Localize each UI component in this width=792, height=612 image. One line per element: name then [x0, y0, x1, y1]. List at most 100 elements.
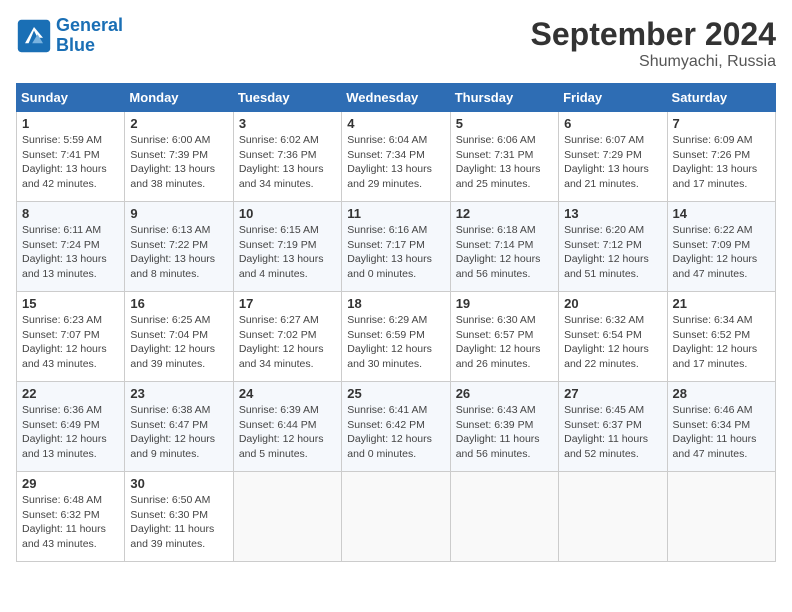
weekday-header-wednesday: Wednesday	[342, 84, 450, 112]
day-info: Sunrise: 6:15 AM Sunset: 7:19 PM Dayligh…	[239, 223, 336, 282]
day-cell: 15 Sunrise: 6:23 AM Sunset: 7:07 PM Dayli…	[17, 292, 125, 382]
day-info: Sunrise: 6:00 AM Sunset: 7:39 PM Dayligh…	[130, 133, 227, 192]
week-row-1: 1 Sunrise: 5:59 AM Sunset: 7:41 PM Daylig…	[17, 112, 776, 202]
day-cell: 5 Sunrise: 6:06 AM Sunset: 7:31 PM Daylig…	[450, 112, 558, 202]
day-cell: 2 Sunrise: 6:00 AM Sunset: 7:39 PM Daylig…	[125, 112, 233, 202]
day-number: 27	[564, 386, 661, 401]
logo-general: General	[56, 15, 123, 35]
day-cell: 22 Sunrise: 6:36 AM Sunset: 6:49 PM Dayli…	[17, 382, 125, 472]
day-info: Sunrise: 6:45 AM Sunset: 6:37 PM Dayligh…	[564, 403, 661, 462]
weekday-header-thursday: Thursday	[450, 84, 558, 112]
day-number: 9	[130, 206, 227, 221]
day-cell: 24 Sunrise: 6:39 AM Sunset: 6:44 PM Dayli…	[233, 382, 341, 472]
header: General Blue September 2024 Shumyachi, R…	[16, 16, 776, 71]
location-title: Shumyachi, Russia	[531, 53, 776, 71]
day-cell: 17 Sunrise: 6:27 AM Sunset: 7:02 PM Dayli…	[233, 292, 341, 382]
day-cell: 9Sunrise: 6:13 AM Sunset: 7:22 PM Daylig…	[125, 202, 233, 292]
day-number: 20	[564, 296, 661, 311]
day-cell: 1 Sunrise: 5:59 AM Sunset: 7:41 PM Daylig…	[17, 112, 125, 202]
day-number: 2	[130, 116, 227, 131]
day-cell: 28Sunrise: 6:46 AM Sunset: 6:34 PM Dayli…	[667, 382, 775, 472]
week-row-3: 15 Sunrise: 6:23 AM Sunset: 7:07 PM Dayli…	[17, 292, 776, 382]
day-number: 12	[456, 206, 553, 221]
day-info: Sunrise: 6:41 AM Sunset: 6:42 PM Dayligh…	[347, 403, 444, 462]
day-info: Sunrise: 6:02 AM Sunset: 7:36 PM Dayligh…	[239, 133, 336, 192]
day-number: 28	[673, 386, 770, 401]
day-number: 14	[673, 206, 770, 221]
day-info: Sunrise: 6:07 AM Sunset: 7:29 PM Dayligh…	[564, 133, 661, 192]
day-number: 8	[22, 206, 119, 221]
day-cell: 4 Sunrise: 6:04 AM Sunset: 7:34 PM Daylig…	[342, 112, 450, 202]
day-cell: 21Sunrise: 6:34 AM Sunset: 6:52 PM Dayli…	[667, 292, 775, 382]
day-info: Sunrise: 6:30 AM Sunset: 6:57 PM Dayligh…	[456, 313, 553, 372]
day-number: 5	[456, 116, 553, 131]
day-info: Sunrise: 6:11 AM Sunset: 7:24 PM Dayligh…	[22, 223, 119, 282]
day-number: 15	[22, 296, 119, 311]
day-info: Sunrise: 6:29 AM Sunset: 6:59 PM Dayligh…	[347, 313, 444, 372]
day-number: 19	[456, 296, 553, 311]
day-cell: 11 Sunrise: 6:16 AM Sunset: 7:17 PM Dayli…	[342, 202, 450, 292]
day-info: Sunrise: 6:48 AM Sunset: 6:32 PM Dayligh…	[22, 493, 119, 552]
day-info: Sunrise: 6:36 AM Sunset: 6:49 PM Dayligh…	[22, 403, 119, 462]
day-cell: 29 Sunrise: 6:48 AM Sunset: 6:32 PM Dayli…	[17, 472, 125, 562]
day-number: 11	[347, 206, 444, 221]
day-cell: 13Sunrise: 6:20 AM Sunset: 7:12 PM Dayli…	[559, 202, 667, 292]
day-number: 1	[22, 116, 119, 131]
title-area: September 2024 Shumyachi, Russia	[531, 16, 776, 71]
day-cell: 3 Sunrise: 6:02 AM Sunset: 7:36 PM Daylig…	[233, 112, 341, 202]
day-cell	[450, 472, 558, 562]
logo: General Blue	[16, 16, 123, 56]
day-cell: 8 Sunrise: 6:11 AM Sunset: 7:24 PM Daylig…	[17, 202, 125, 292]
month-title: September 2024	[531, 16, 776, 53]
day-info: Sunrise: 5:59 AM Sunset: 7:41 PM Dayligh…	[22, 133, 119, 192]
weekday-header-saturday: Saturday	[667, 84, 775, 112]
weekday-header-friday: Friday	[559, 84, 667, 112]
day-number: 30	[130, 476, 227, 491]
day-info: Sunrise: 6:50 AM Sunset: 6:30 PM Dayligh…	[130, 493, 227, 552]
day-info: Sunrise: 6:25 AM Sunset: 7:04 PM Dayligh…	[130, 313, 227, 372]
day-number: 26	[456, 386, 553, 401]
day-cell: 7 Sunrise: 6:09 AM Sunset: 7:26 PM Daylig…	[667, 112, 775, 202]
day-number: 29	[22, 476, 119, 491]
day-number: 24	[239, 386, 336, 401]
day-info: Sunrise: 6:27 AM Sunset: 7:02 PM Dayligh…	[239, 313, 336, 372]
week-row-2: 8 Sunrise: 6:11 AM Sunset: 7:24 PM Daylig…	[17, 202, 776, 292]
day-cell: 19 Sunrise: 6:30 AM Sunset: 6:57 PM Dayli…	[450, 292, 558, 382]
weekday-header-sunday: Sunday	[17, 84, 125, 112]
day-number: 18	[347, 296, 444, 311]
day-number: 6	[564, 116, 661, 131]
day-number: 4	[347, 116, 444, 131]
day-cell: 6 Sunrise: 6:07 AM Sunset: 7:29 PM Daylig…	[559, 112, 667, 202]
day-info: Sunrise: 6:09 AM Sunset: 7:26 PM Dayligh…	[673, 133, 770, 192]
logo-text: General Blue	[56, 16, 123, 56]
day-number: 7	[673, 116, 770, 131]
day-number: 22	[22, 386, 119, 401]
day-cell: 14 Sunrise: 6:22 AM Sunset: 7:09 PM Dayli…	[667, 202, 775, 292]
day-info: Sunrise: 6:20 AM Sunset: 7:12 PM Dayligh…	[564, 223, 661, 282]
day-cell	[559, 472, 667, 562]
day-cell: 20Sunrise: 6:32 AM Sunset: 6:54 PM Dayli…	[559, 292, 667, 382]
logo-icon	[16, 18, 52, 54]
day-info: Sunrise: 6:06 AM Sunset: 7:31 PM Dayligh…	[456, 133, 553, 192]
week-row-5: 29 Sunrise: 6:48 AM Sunset: 6:32 PM Dayli…	[17, 472, 776, 562]
day-cell: 25Sunrise: 6:41 AM Sunset: 6:42 PM Dayli…	[342, 382, 450, 472]
day-number: 23	[130, 386, 227, 401]
day-number: 3	[239, 116, 336, 131]
day-cell: 27 Sunrise: 6:45 AM Sunset: 6:37 PM Dayli…	[559, 382, 667, 472]
day-info: Sunrise: 6:43 AM Sunset: 6:39 PM Dayligh…	[456, 403, 553, 462]
calendar-table: SundayMondayTuesdayWednesdayThursdayFrid…	[16, 83, 776, 562]
day-info: Sunrise: 6:22 AM Sunset: 7:09 PM Dayligh…	[673, 223, 770, 282]
day-cell: 23Sunrise: 6:38 AM Sunset: 6:47 PM Dayli…	[125, 382, 233, 472]
day-info: Sunrise: 6:04 AM Sunset: 7:34 PM Dayligh…	[347, 133, 444, 192]
day-cell: 16Sunrise: 6:25 AM Sunset: 7:04 PM Dayli…	[125, 292, 233, 382]
day-info: Sunrise: 6:23 AM Sunset: 7:07 PM Dayligh…	[22, 313, 119, 372]
day-cell	[667, 472, 775, 562]
weekday-header-tuesday: Tuesday	[233, 84, 341, 112]
day-cell	[342, 472, 450, 562]
day-info: Sunrise: 6:34 AM Sunset: 6:52 PM Dayligh…	[673, 313, 770, 372]
day-info: Sunrise: 6:39 AM Sunset: 6:44 PM Dayligh…	[239, 403, 336, 462]
day-cell: 10Sunrise: 6:15 AM Sunset: 7:19 PM Dayli…	[233, 202, 341, 292]
day-info: Sunrise: 6:16 AM Sunset: 7:17 PM Dayligh…	[347, 223, 444, 282]
week-row-4: 22 Sunrise: 6:36 AM Sunset: 6:49 PM Dayli…	[17, 382, 776, 472]
day-number: 17	[239, 296, 336, 311]
